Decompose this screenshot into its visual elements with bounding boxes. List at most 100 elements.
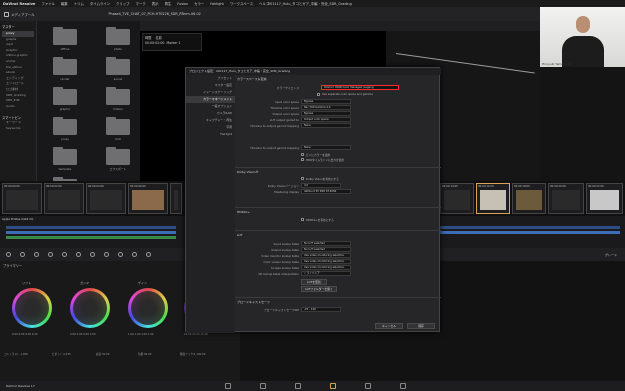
marker-value[interactable]: Marker 1 xyxy=(166,41,180,45)
video-track-bar[interactable] xyxy=(440,231,620,234)
audio-track-bar[interactable] xyxy=(6,236,176,239)
video-track-bar[interactable] xyxy=(6,226,176,229)
save-button[interactable]: 保存 xyxy=(407,323,435,329)
clip-thumbnail[interactable] xyxy=(170,183,182,214)
qualifier-tool-icon[interactable] xyxy=(62,252,67,257)
media-page-icon[interactable] xyxy=(225,383,231,389)
nav-color-management[interactable]: カラーマネージメント xyxy=(186,96,235,103)
gain-wheel[interactable] xyxy=(128,288,168,328)
clip-thumbnail[interactable]: 00:00:04:00 xyxy=(86,183,126,214)
sidebar-item[interactable]: Audio xyxy=(2,104,34,110)
folder[interactable]: offline xyxy=(43,26,87,51)
mastering-display-select[interactable]: 4000-nit P3 D65 ST.2084 xyxy=(301,189,351,194)
hue-value[interactable]: 色相 50.00 xyxy=(138,352,151,356)
smart-bin-item[interactable]: Keywords xyxy=(2,126,34,132)
folder[interactable]: エクスポート xyxy=(96,146,140,171)
nav-image-scaling[interactable]: イメージスケーリング xyxy=(186,89,235,96)
menu-item[interactable]: 再生 xyxy=(165,1,172,6)
clip-thumbnail[interactable]: 00:00:16:00 xyxy=(476,183,510,214)
output-lut-select[interactable]: No LUT selected xyxy=(301,247,351,252)
color-page-icon[interactable] xyxy=(330,383,336,389)
input-cs-select[interactable]: Bypass xyxy=(301,99,351,104)
input-lut-select[interactable]: No LUT selected xyxy=(301,241,351,246)
update-lut-button[interactable]: LUTを更新 xyxy=(301,279,327,285)
timeline-cs-select[interactable]: Rec.709 Gamma 2.4 xyxy=(301,105,351,110)
folder[interactable]: graphic xyxy=(43,86,87,111)
menu-item[interactable]: マーク xyxy=(136,1,146,6)
window-tool-icon[interactable] xyxy=(76,252,81,257)
folder[interactable]: photo xyxy=(96,26,140,51)
menu-item[interactable]: 編集 xyxy=(61,1,68,6)
color-science-select[interactable]: DaVinci YRGB Color Managed (Legacy) xyxy=(321,85,399,90)
scopes-lut-select[interactable]: Use video monitoring selection xyxy=(301,265,351,270)
clip-thumbnail[interactable]: 00:00:20:00 xyxy=(548,183,584,214)
folder[interactable]: motion xyxy=(96,86,140,111)
menu-item[interactable]: トリム xyxy=(74,1,84,6)
monitor-lut-select[interactable]: Use video monitoring selection xyxy=(301,253,351,258)
hdr-output-checkbox[interactable] xyxy=(301,158,304,161)
dolby-checkbox[interactable] xyxy=(301,177,304,180)
menu-item[interactable]: 表示 xyxy=(152,1,159,6)
menu-item[interactable]: タイムライン xyxy=(90,1,110,6)
nav-master-settings[interactable]: マスター設定 xyxy=(186,82,235,89)
clip-thumbnail[interactable]: 00:00:02:00 xyxy=(44,183,84,214)
pivot-value[interactable]: ピボット 0.435 xyxy=(52,352,71,356)
motion-effects-tool-icon[interactable] xyxy=(34,252,39,257)
folder[interactable]: sound xyxy=(96,56,140,81)
lum-mix-value[interactable]: 輝度ミックス 100.00 xyxy=(180,352,205,356)
edit-page-icon[interactable] xyxy=(295,383,301,389)
separate-gamma-checkbox[interactable] xyxy=(317,92,320,96)
contrast-value[interactable]: コントラスト 1.000 xyxy=(4,352,28,356)
media-pool-button[interactable]: メディアプール xyxy=(4,11,35,17)
clip-thumbnail[interactable]: 00:00:06:00 xyxy=(128,183,168,214)
menu-item[interactable]: Fairlight xyxy=(210,2,224,6)
menu-item[interactable]: カラー xyxy=(194,1,204,6)
sizing-tool-icon[interactable] xyxy=(132,252,137,257)
dolby-version-select[interactable]: 4.0 xyxy=(301,183,341,188)
nav-general-options[interactable]: 一般オプション xyxy=(186,103,235,110)
color-wheel-tool-icon[interactable] xyxy=(6,252,11,257)
clip-thumbnail[interactable]: 00:00:22:00 xyxy=(586,183,623,214)
gamut-mapping-select[interactable]: None xyxy=(301,123,351,128)
menu-item[interactable]: Fusion xyxy=(177,2,188,6)
lut-gamut-select[interactable]: Output color space xyxy=(301,117,351,122)
3d-tool-icon[interactable] xyxy=(146,252,151,257)
blur-tool-icon[interactable] xyxy=(104,252,109,257)
clip-thumbnail[interactable]: 00:00:18:00 xyxy=(512,183,546,214)
hdr10-checkbox[interactable] xyxy=(301,218,304,221)
gamma-wheel[interactable] xyxy=(70,288,110,328)
output-cs-select[interactable]: Bypass xyxy=(301,111,351,116)
video-track-bar[interactable] xyxy=(440,226,620,229)
folder[interactable]: proxy xyxy=(43,116,87,141)
nav-subtitles[interactable]: 字幕 xyxy=(186,124,235,131)
curves-tool-icon[interactable] xyxy=(48,252,53,257)
cancel-button[interactable]: キャンセル xyxy=(375,323,403,329)
nav-camera-raw[interactable]: カメラRAW xyxy=(186,110,235,117)
menu-item[interactable]: ファイル xyxy=(41,1,55,6)
menu-item[interactable]: クリップ xyxy=(116,1,130,6)
deliver-page-icon[interactable] xyxy=(400,383,406,389)
nav-capture-playback[interactable]: キャプチャー・再生 xyxy=(186,117,235,124)
nav-presets[interactable]: プリセット xyxy=(186,75,235,82)
clip-thumbnail[interactable]: 00:00:14:00 xyxy=(440,183,474,214)
rgb-mixer-tool-icon[interactable] xyxy=(20,252,25,257)
lift-wheel[interactable] xyxy=(12,288,52,328)
key-tool-icon[interactable] xyxy=(118,252,123,257)
marker-time[interactable]: 00:00:02:00 xyxy=(145,41,164,45)
cut-page-icon[interactable] xyxy=(260,383,266,389)
clip-thumbnail[interactable]: 00:00:00:00 xyxy=(2,183,42,214)
tracker-tool-icon[interactable] xyxy=(90,252,95,257)
menu-item[interactable]: ワークスペース xyxy=(230,1,253,6)
fairlight-page-icon[interactable] xyxy=(365,383,371,389)
gamut-mapping-select-2[interactable]: None xyxy=(301,145,351,150)
broadcast-ire-select[interactable]: -20 - 120 xyxy=(301,307,341,312)
folder[interactable]: render xyxy=(43,56,87,81)
saturation-value[interactable]: 彩度 50.00 xyxy=(96,352,109,356)
bin-color-checkbox[interactable] xyxy=(301,153,304,156)
app-menu[interactable]: DaVinci Resolve xyxy=(3,2,35,6)
folder[interactable]: template xyxy=(43,146,87,171)
nav-fairlight[interactable]: Fairlight xyxy=(186,131,235,138)
lut-interp-select[interactable]: トライリニア xyxy=(301,271,351,276)
video-track-bar[interactable] xyxy=(6,231,176,234)
open-lut-folder-button[interactable]: LUTフォルダーを開く xyxy=(301,286,337,292)
